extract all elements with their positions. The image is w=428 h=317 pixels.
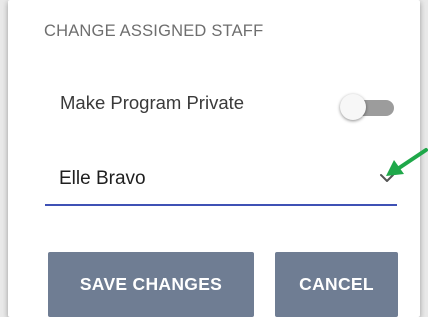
private-toggle-label: Make Program Private: [60, 92, 245, 113]
private-toggle-switch[interactable]: [340, 94, 396, 120]
dialog-actions: SAVE CHANGES CANCEL: [48, 252, 408, 317]
dialog-title: CHANGE ASSIGNED STAFF: [44, 22, 264, 40]
staff-select[interactable]: Elle Bravo: [45, 158, 397, 206]
private-toggle-row: Make Program Private: [60, 92, 400, 120]
change-staff-dialog: CHANGE ASSIGNED STAFF Make Program Priva…: [8, 0, 420, 317]
cancel-button[interactable]: CANCEL: [275, 252, 398, 317]
toggle-thumb: [340, 94, 366, 120]
save-changes-button[interactable]: SAVE CHANGES: [48, 252, 254, 317]
staff-select-value: Elle Bravo: [59, 168, 146, 189]
annotation-arrow-icon: [386, 148, 428, 176]
